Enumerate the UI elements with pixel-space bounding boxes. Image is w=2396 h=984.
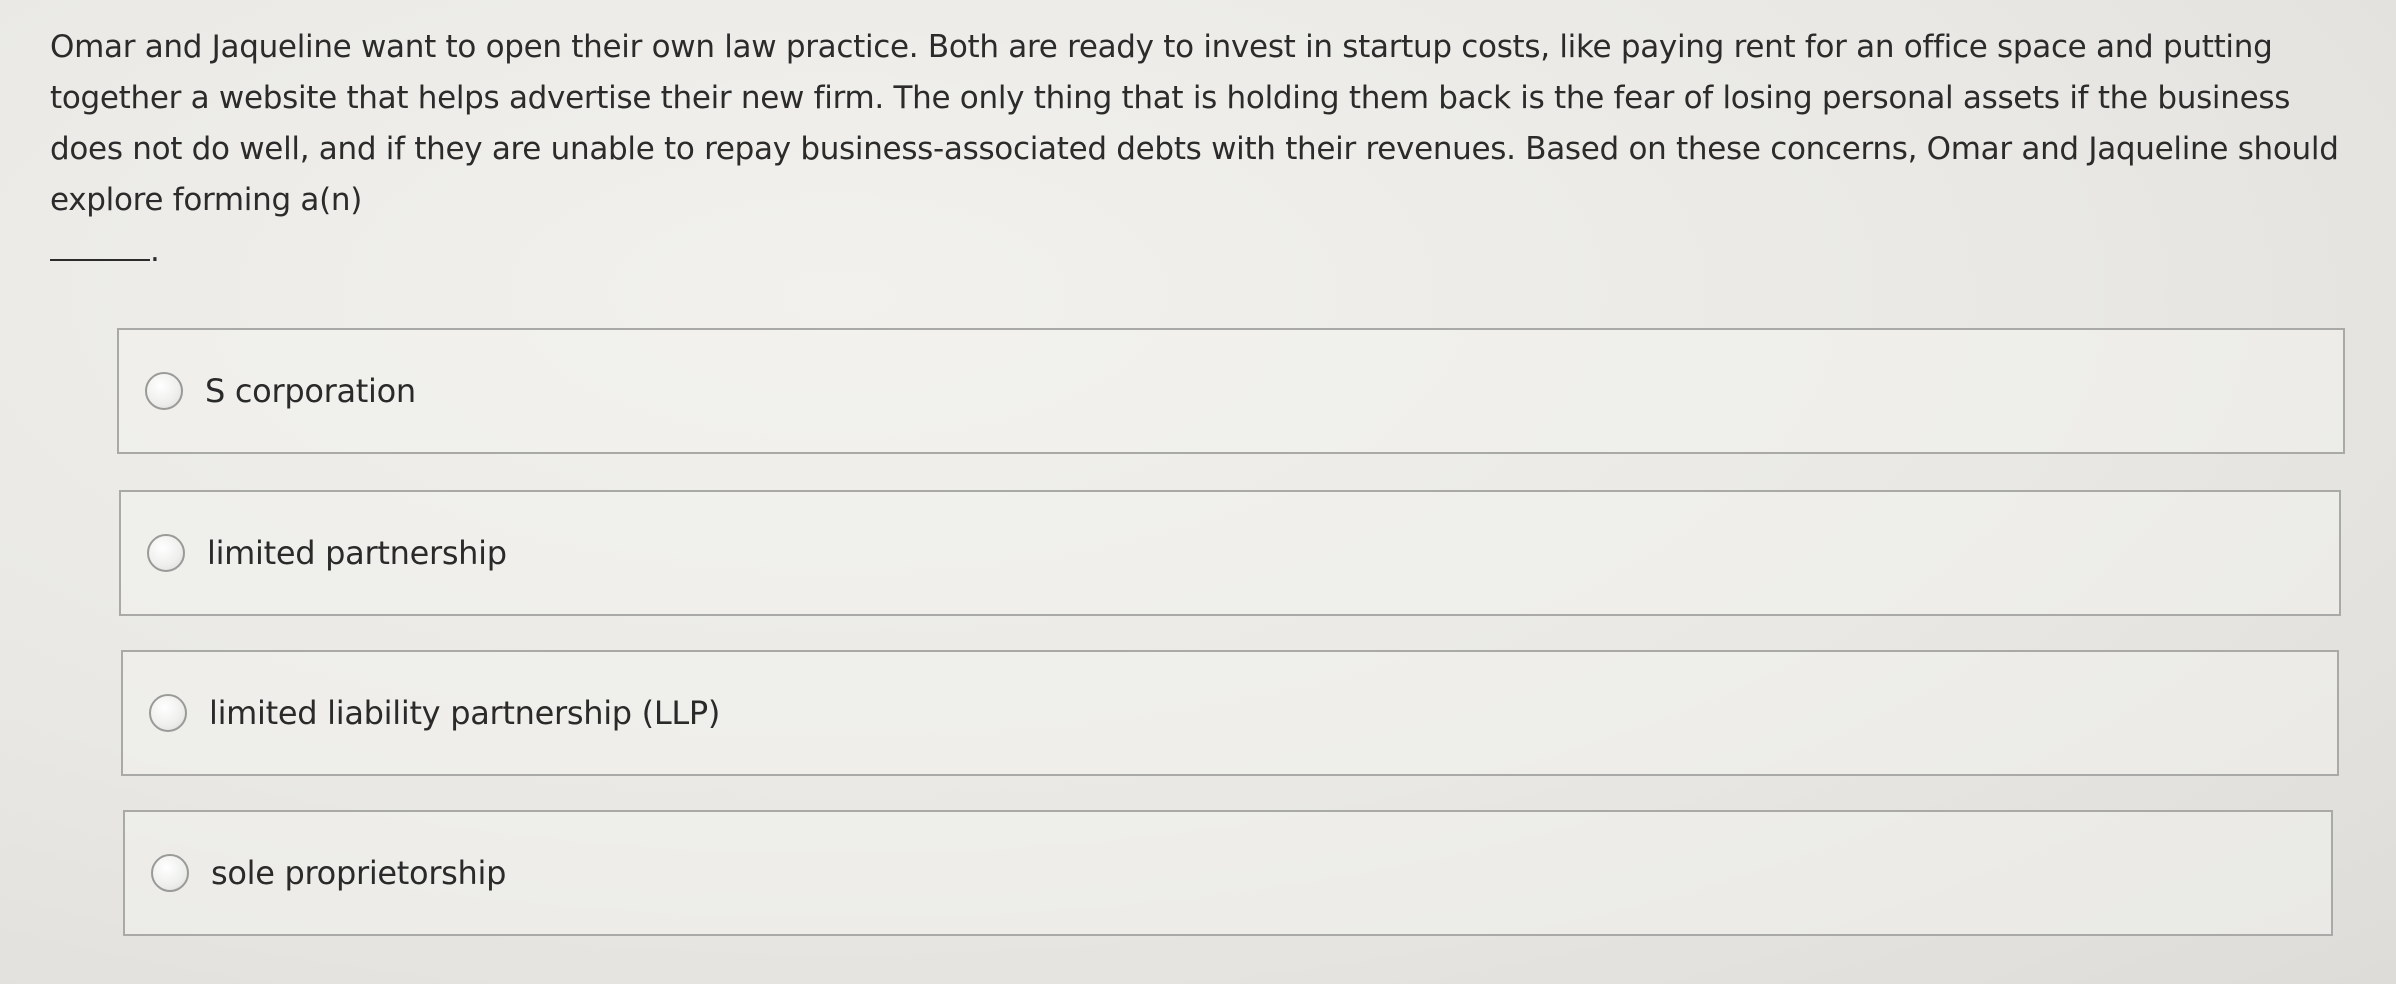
answer-option-label: limited partnership [207, 534, 507, 572]
radio-button-icon[interactable] [147, 534, 185, 572]
answer-option-label: limited liability partnership (LLP) [209, 694, 721, 732]
question-text: Omar and Jaqueline want to open their ow… [50, 22, 2350, 277]
answer-option-label: sole proprietorship [211, 854, 507, 892]
answer-option-sole-proprietorship[interactable]: sole proprietorship [123, 810, 2333, 936]
radio-button-icon[interactable] [149, 694, 187, 732]
question-end-punctuation: . [150, 233, 160, 269]
radio-button-icon[interactable] [151, 854, 189, 892]
answer-option-label: S corporation [205, 372, 416, 410]
question-body: Omar and Jaqueline want to open their ow… [50, 29, 2339, 218]
answer-blank [50, 231, 150, 261]
answer-option-limited-partnership[interactable]: limited partnership [119, 490, 2341, 616]
radio-button-icon[interactable] [145, 372, 183, 410]
answer-option-limited-liability-partnership[interactable]: limited liability partnership (LLP) [121, 650, 2339, 776]
answer-option-s-corporation[interactable]: S corporation [117, 328, 2345, 454]
